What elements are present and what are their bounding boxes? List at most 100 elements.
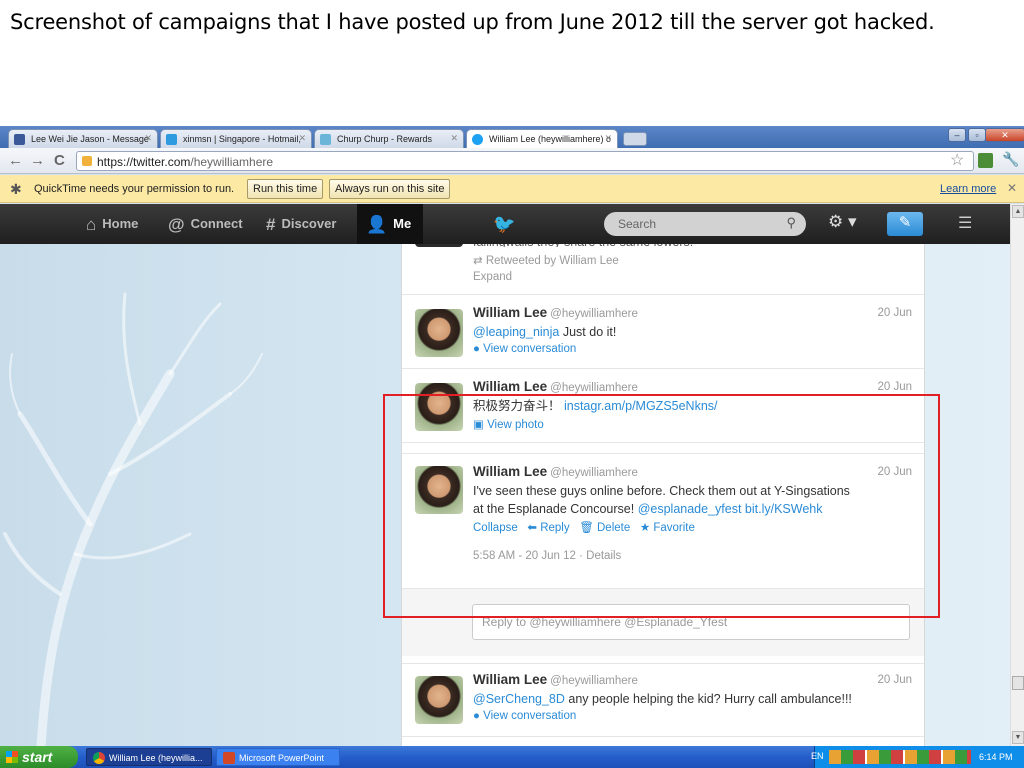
conversation-icon: ● <box>473 710 484 722</box>
tab-churp[interactable]: Churp Churp - Rewards ✕ <box>314 129 464 148</box>
twitter-bird-icon[interactable]: 🐦 <box>493 214 515 235</box>
tweet-body: Just do it! <box>559 325 617 339</box>
scroll-up-icon[interactable]: ▲ <box>1012 205 1024 218</box>
task-label: William Lee (heywillia... <box>109 753 203 763</box>
start-button[interactable]: start <box>0 746 78 768</box>
clock[interactable]: 6:14 PM <box>979 752 1013 762</box>
background-tree-image <box>3 292 263 746</box>
forward-icon[interactable]: → <box>30 152 45 169</box>
at-icon: @ <box>168 215 185 234</box>
close-icon[interactable]: ✕ <box>604 133 612 144</box>
close-icon[interactable]: ✕ <box>144 133 152 144</box>
bookmark-star-icon[interactable]: ☆ <box>950 150 964 170</box>
facebook-icon <box>14 134 25 145</box>
tab-twitter[interactable]: William Lee (heywilliamhere) o ✕ <box>466 129 618 149</box>
view-conversation-link[interactable]: ● View conversation <box>473 343 576 355</box>
gear-icon[interactable]: ⚙ ▾ <box>828 212 857 232</box>
close-icon[interactable]: ✕ <box>450 133 458 144</box>
new-tab-button[interactable] <box>623 132 647 146</box>
tab-strip: Lee Wei Jie Jason - Message ✕ xinmsn | S… <box>0 126 1024 149</box>
search-icon[interactable]: ⚲ <box>786 215 796 231</box>
nav-label: Home <box>102 216 139 231</box>
tweet-date[interactable]: 20 Jun <box>877 381 912 393</box>
search-placeholder: Search <box>618 217 657 231</box>
scroll-down-icon[interactable]: ▼ <box>1012 731 1024 744</box>
address-bar[interactable]: https://twitter.com/heywilliamhere <box>76 151 974 171</box>
view-conversation-link[interactable]: ● View conversation <box>473 710 576 722</box>
tweet-author[interactable]: William Lee @heywilliamhere <box>473 379 638 394</box>
close-icon[interactable]: ✕ <box>1007 181 1017 195</box>
mention-link[interactable]: @SerCheng_8D <box>473 692 565 706</box>
reload-icon[interactable]: C <box>54 152 65 169</box>
author-handle: @heywilliamhere <box>550 382 638 394</box>
msn-icon <box>166 134 177 145</box>
browser-toolbar: ← → C https://twitter.com/heywilliamhere… <box>0 148 1024 174</box>
plugin-infobar: ✱ QuickTime needs your permission to run… <box>0 175 1024 203</box>
tab-hotmail[interactable]: xinmsn | Singapore - Hotmail, ✕ <box>160 129 312 148</box>
nav-discover[interactable]: # Discover <box>266 215 336 235</box>
compose-tweet-button[interactable]: ✎ <box>887 212 923 236</box>
tab-title: Churp Churp - Rewards <box>337 134 433 144</box>
windows-logo-icon <box>6 751 18 763</box>
powerpoint-icon <box>223 752 235 764</box>
conversation-icon: ● <box>473 343 484 355</box>
chrome-icon <box>93 752 105 764</box>
scroll-thumb[interactable] <box>1012 676 1024 690</box>
compose-icon: ✎ <box>898 214 912 231</box>
slide-caption: Screenshot of campaigns that I have post… <box>10 10 935 34</box>
search-input[interactable]: Search ⚲ <box>604 212 806 236</box>
extension-icon[interactable] <box>978 153 993 168</box>
twitter-topbar: ⌂ Home @ Connect # Discover 👤 Me 🐦 Search ⚲ … <box>0 204 1010 244</box>
close-icon[interactable]: ✕ <box>298 133 306 144</box>
tweet-author[interactable]: William Lee @heywilliamhere <box>473 305 638 320</box>
author-handle: @heywilliamhere <box>550 308 638 320</box>
avatar <box>415 676 463 724</box>
minimize-button[interactable]: – <box>948 128 966 142</box>
tweet-author[interactable]: William Lee @heywilliamhere <box>473 672 638 687</box>
home-icon: ⌂ <box>86 215 97 234</box>
highlight-box <box>383 394 940 618</box>
mention-link[interactable]: @leaping_ninja <box>473 325 559 339</box>
close-window-button[interactable]: ✕ <box>985 128 1024 142</box>
retweeted-by: ⇄ Retweeted by William Lee <box>473 253 619 267</box>
always-run-button[interactable]: Always run on this site <box>329 179 451 199</box>
infobar-message: QuickTime needs your permission to run. <box>34 183 235 195</box>
nav-label: Connect <box>190 216 243 231</box>
nav-home[interactable]: ⌂ Home <box>86 215 138 235</box>
person-icon: 👤 <box>366 215 388 234</box>
task-label: Microsoft PowerPoint <box>239 753 325 763</box>
learn-more-link[interactable]: Learn more <box>940 183 996 195</box>
restore-button[interactable]: ▫ <box>968 128 986 142</box>
tweet-text: @SerCheng_8D any people helping the kid?… <box>473 690 915 708</box>
nav-connect[interactable]: @ Connect <box>168 215 243 235</box>
tray-icons[interactable] <box>829 750 971 764</box>
taskbar-item-chrome[interactable]: William Lee (heywillia... <box>86 748 212 766</box>
system-tray: EN 6:14 PM <box>811 746 1024 768</box>
action-label: View conversation <box>483 710 577 722</box>
author-name: William Lee <box>473 672 548 687</box>
author-handle: @heywilliamhere <box>550 675 638 687</box>
menu-icon[interactable]: ☰ <box>958 213 972 233</box>
taskbar-item-powerpoint[interactable]: Microsoft PowerPoint <box>216 748 340 766</box>
url-path: /heywilliamhere <box>190 155 274 169</box>
avatar <box>415 309 463 357</box>
tab-title: William Lee (heywilliamhere) o <box>489 134 612 144</box>
back-icon[interactable]: ← <box>8 152 23 169</box>
tweet-date[interactable]: 20 Jun <box>877 674 912 686</box>
tab-facebook[interactable]: Lee Wei Jie Jason - Message ✕ <box>8 129 158 148</box>
url-host: https://twitter.com <box>97 155 191 169</box>
tweet-date[interactable]: 20 Jun <box>877 307 912 319</box>
page-scrollbar[interactable]: ▲ ▼ <box>1010 204 1024 746</box>
start-label: start <box>22 749 53 765</box>
wrench-icon[interactable]: 🔧 <box>1002 151 1019 168</box>
language-indicator[interactable]: EN <box>811 751 824 761</box>
action-label: View conversation <box>483 343 577 355</box>
expand-link[interactable]: Expand <box>473 271 512 283</box>
tweet[interactable]: William Lee @heywilliamhere 20 Jun @leapi… <box>402 295 924 369</box>
churp-icon <box>320 134 331 145</box>
nav-me[interactable]: 👤 Me <box>366 215 411 235</box>
run-this-time-button[interactable]: Run this time <box>247 179 324 199</box>
tweet-text: @leaping_ninja Just do it! <box>473 323 915 341</box>
tweet[interactable]: William Lee @heywilliamhere 20 Jun @SerCh… <box>402 663 924 737</box>
author-name: William Lee <box>473 305 548 320</box>
